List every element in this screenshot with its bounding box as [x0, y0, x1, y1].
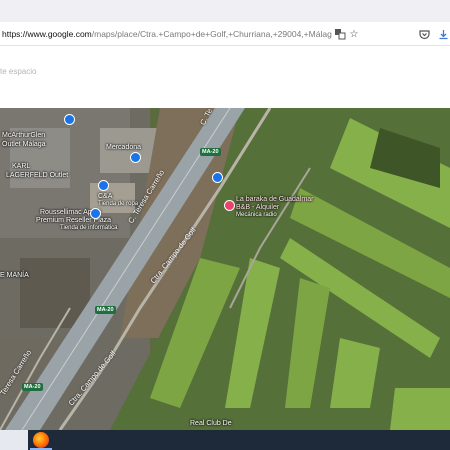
- search-hint[interactable]: te espacio: [0, 67, 36, 76]
- map-label-ca[interactable]: C&A: [98, 193, 112, 200]
- map-label-mercadona[interactable]: Mercadona: [106, 144, 141, 151]
- road-shield-ma20: MA-20: [22, 383, 43, 391]
- map-label-outlet[interactable]: Outlet Málaga: [2, 141, 46, 148]
- start-button[interactable]: [0, 430, 28, 450]
- map-label-baraka-2: B&B - Alquiler: [236, 204, 280, 211]
- map-label-tienda-informatica: Tienda de informática: [60, 225, 118, 231]
- map-label-mcarthur[interactable]: McArthurGlen: [2, 132, 45, 139]
- place-pin-icon[interactable]: [212, 172, 223, 183]
- url-domain: https://www.google.com: [2, 28, 92, 39]
- url-path: /maps/place/Ctra.+Campo+de+Golf,+Churria…: [91, 28, 332, 39]
- shopping-pin-icon[interactable]: [90, 208, 101, 219]
- road-shield-ma20: MA-20: [200, 148, 221, 156]
- map-label-realclub[interactable]: Real Club De: [190, 420, 232, 427]
- tab-strip: [0, 0, 450, 22]
- address-bar[interactable]: https://www.google.com/maps/place/Ctra.+…: [0, 22, 450, 46]
- map-label-lagerfeld[interactable]: LAGERFELD Outlet: [6, 172, 68, 179]
- taskbar: [0, 430, 450, 450]
- shopping-pin-icon[interactable]: [98, 180, 109, 191]
- map-label-baraka[interactable]: La baraka de Guadalmar: [236, 196, 313, 203]
- map-label-karl[interactable]: KARL: [12, 163, 30, 170]
- download-icon[interactable]: [436, 27, 450, 41]
- url-text[interactable]: https://www.google.com/maps/place/Ctra.+…: [0, 29, 332, 39]
- translate-icon[interactable]: [333, 27, 347, 41]
- place-pin-icon[interactable]: [64, 114, 75, 125]
- map-label-baraka-3: Mecánica radio: [236, 212, 277, 218]
- pocket-icon[interactable]: [417, 27, 431, 41]
- star-icon[interactable]: ☆: [347, 27, 361, 41]
- firefox-icon[interactable]: [33, 432, 49, 448]
- map-imagery: [0, 108, 450, 430]
- map-label-premium[interactable]: Premium Reseller Plaza: [36, 217, 111, 224]
- map-label-ca-sub: Tienda de ropa: [98, 201, 139, 207]
- page-content: [0, 46, 450, 108]
- mercadona-pin-icon[interactable]: [130, 152, 141, 163]
- satellite-map[interactable]: McArthurGlen Outlet Málaga KARL LAGERFEL…: [0, 108, 450, 430]
- lodging-pin-icon[interactable]: [224, 200, 235, 211]
- road-shield-ma20: MA-20: [95, 306, 116, 314]
- map-label-mania[interactable]: E MANÍA: [0, 272, 29, 279]
